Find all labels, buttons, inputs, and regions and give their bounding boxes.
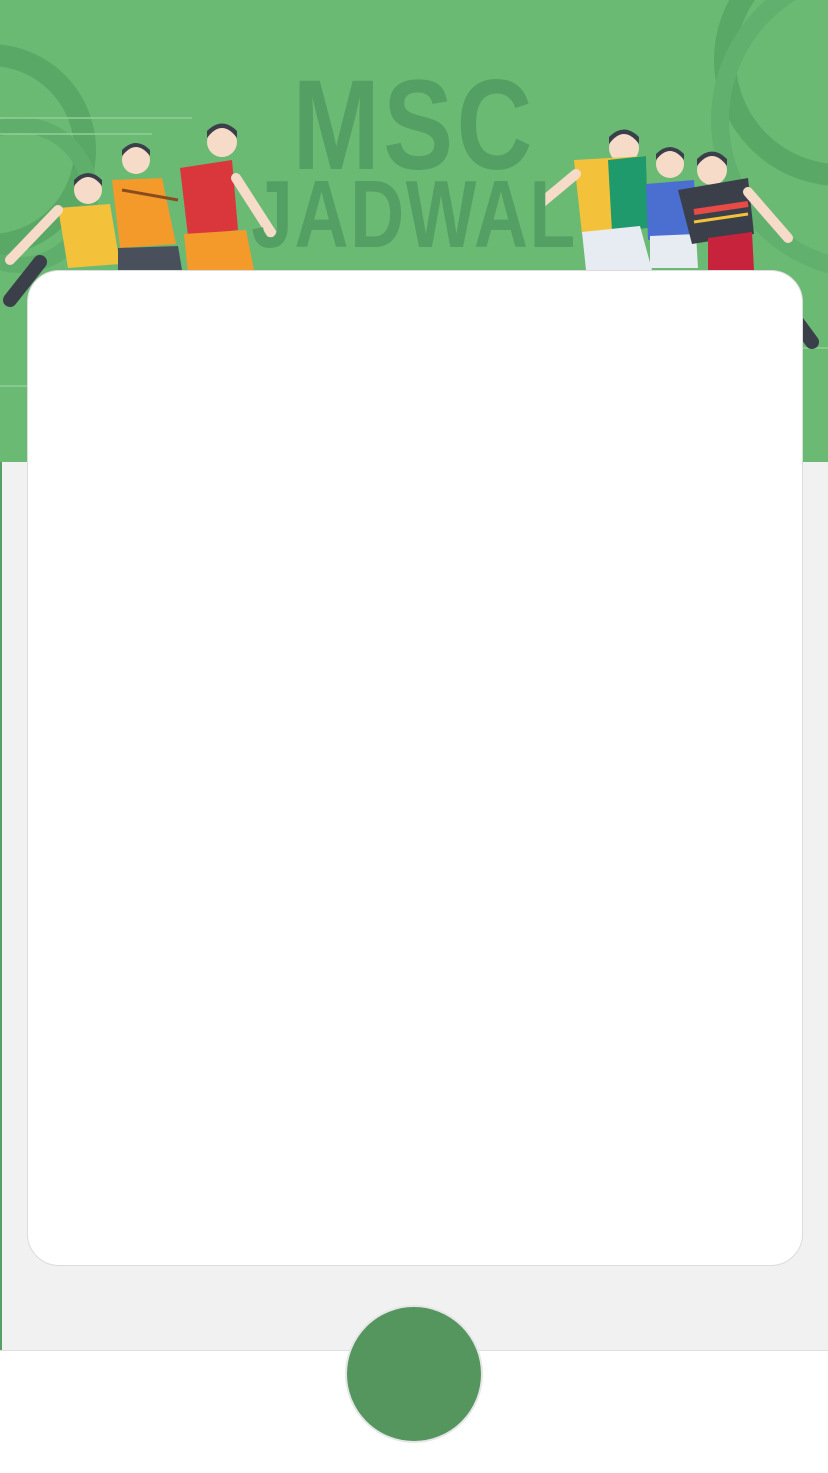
home-button[interactable] [345, 1305, 483, 1443]
app-title-line2: JADWAL [251, 161, 577, 268]
schedule-content-card [27, 270, 803, 1266]
